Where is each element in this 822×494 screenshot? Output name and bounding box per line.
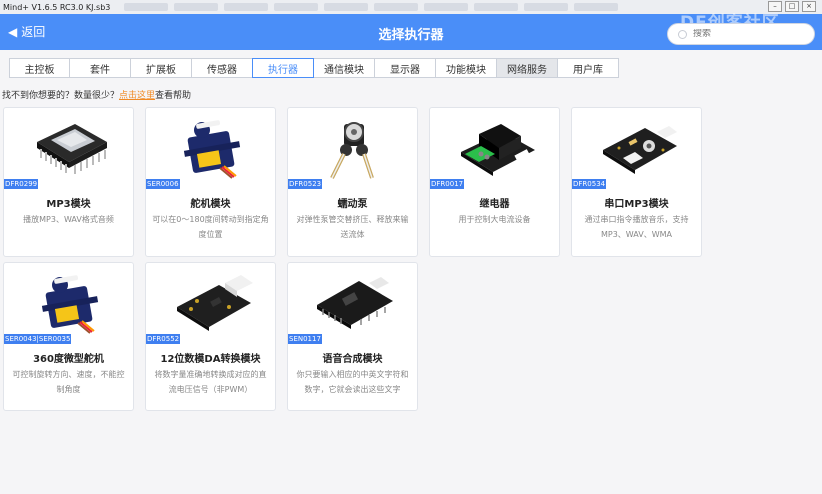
blurred-tab[interactable] [474, 3, 519, 11]
peristaltic-pump-icon [288, 108, 417, 188]
card-description: 播放MP3、WAV格式音频 [23, 215, 114, 224]
tab-kits[interactable]: 套件 [69, 58, 131, 78]
card-title: 语音合成模块 [322, 354, 383, 365]
card-description: 可以在0～180度间转动到指定角度位置 [152, 215, 269, 239]
card-description: 通过串口指令播放音乐，支持MP3、WAV、WMA [584, 215, 689, 239]
serial-mp3-icon [572, 108, 701, 188]
card-title: 舵机模块 [190, 199, 231, 210]
blurred-tab[interactable] [174, 3, 219, 11]
blurred-tab[interactable] [424, 3, 469, 11]
search-input[interactable] [693, 29, 803, 39]
close-button[interactable]: × [802, 1, 816, 12]
tab-user-library[interactable]: 用户库 [557, 58, 619, 78]
card-mp3-module[interactable]: DFR0299 MP3模块 播放MP3、WAV格式音频 [3, 107, 134, 257]
hint-prefix: 找不到你想要的？数量很少？ [2, 91, 120, 101]
product-code: SER0043|SER0035 [4, 334, 72, 344]
card-title: 12位数模DA转换模块 [160, 354, 261, 365]
card-description: 将数字量准确地转换成对应的直流电压信号（非PWM） [154, 370, 267, 394]
speech-synthesis-icon [288, 263, 417, 343]
card-dac-module[interactable]: DFR0552 12位数模DA转换模块 将数字量准确地转换成对应的直流电压信号（… [145, 262, 276, 411]
card-title: 360度微型舵机 [33, 354, 104, 365]
card-peristaltic-pump[interactable]: DFR0523 蠕动泵 对弹性泵管交替挤压、释放来输送流体 [287, 107, 418, 257]
help-link[interactable]: 点击这里 [119, 91, 155, 101]
tab-function-modules[interactable]: 功能模块 [435, 58, 497, 78]
servo-icon [146, 108, 275, 188]
tab-sensors[interactable]: 传感器 [191, 58, 253, 78]
tab-communication[interactable]: 通信模块 [313, 58, 375, 78]
card-title: 串口MP3模块 [604, 199, 669, 210]
category-tabs: 主控板 套件 扩展板 传感器 执行器 通信模块 显示器 功能模块 网络服务 用户… [9, 58, 619, 78]
tab-network-services[interactable]: 网络服务 [496, 58, 558, 78]
card-speech-synthesis[interactable]: SEN0117 语音合成模块 你只要输入相应的中英文字符和数字，它就会读出这些文… [287, 262, 418, 411]
blurred-tab[interactable] [574, 3, 619, 11]
blurred-tab[interactable] [524, 3, 569, 11]
card-360-micro-servo[interactable]: SER0043|SER0035 360度微型舵机 可控制旋转方向、速度，不能控制… [3, 262, 134, 411]
blurred-tab[interactable] [374, 3, 419, 11]
dac-module-icon [146, 263, 275, 343]
card-title: 蠕动泵 [337, 199, 368, 210]
help-hint: 找不到你想要的？数量很少？点击这里查看帮助 [2, 88, 191, 101]
card-relay[interactable]: DFR0017 继电器 用于控制大电流设备 [429, 107, 560, 257]
card-title: 继电器 [479, 199, 510, 210]
blurred-tab[interactable] [224, 3, 269, 11]
relay-icon [430, 108, 559, 188]
product-code: DFR0534 [572, 179, 607, 189]
product-code: SEN0117 [288, 334, 322, 344]
maximize-button[interactable]: □ [785, 1, 799, 12]
card-serial-mp3[interactable]: DFR0534 串口MP3模块 通过串口指令播放音乐，支持MP3、WAV、WMA [571, 107, 702, 257]
card-servo[interactable]: SER0006 舵机模块 可以在0～180度间转动到指定角度位置 [145, 107, 276, 257]
product-code: DFR0552 [146, 334, 181, 344]
blurred-tab[interactable] [324, 3, 369, 11]
product-code: DFR0017 [430, 179, 465, 189]
card-title: MP3模块 [46, 199, 91, 210]
search-box[interactable] [667, 23, 815, 45]
card-description: 可控制旋转方向、速度，不能控制角度 [12, 370, 125, 394]
tab-expansion-board[interactable]: 扩展板 [130, 58, 192, 78]
blurred-tab[interactable] [274, 3, 319, 11]
tab-display[interactable]: 显示器 [374, 58, 436, 78]
mp3-module-icon [4, 108, 133, 188]
product-code: SER0006 [146, 179, 180, 189]
blurred-tab[interactable] [124, 3, 169, 11]
hint-suffix: 查看帮助 [155, 91, 192, 101]
product-code: DFR0299 [4, 179, 39, 189]
product-code: DFR0523 [288, 179, 323, 189]
micro-servo-icon [4, 263, 133, 343]
card-description: 对弹性泵管交替挤压、释放来输送流体 [296, 215, 409, 239]
card-description: 你只要输入相应的中英文字符和数字，它就会读出这些文字 [296, 370, 409, 394]
tab-main-board[interactable]: 主控板 [9, 58, 70, 78]
tab-actuators[interactable]: 执行器 [252, 58, 314, 78]
window-title: Mind+ V1.6.5 RC3.0 KJ.sb3 [3, 2, 111, 12]
search-icon [678, 29, 687, 39]
card-description: 用于控制大电流设备 [458, 215, 531, 224]
browser-tabs-strip [124, 3, 619, 11]
header-bar: ◀ 返回 选择执行器 DF创客社区 [0, 13, 822, 50]
